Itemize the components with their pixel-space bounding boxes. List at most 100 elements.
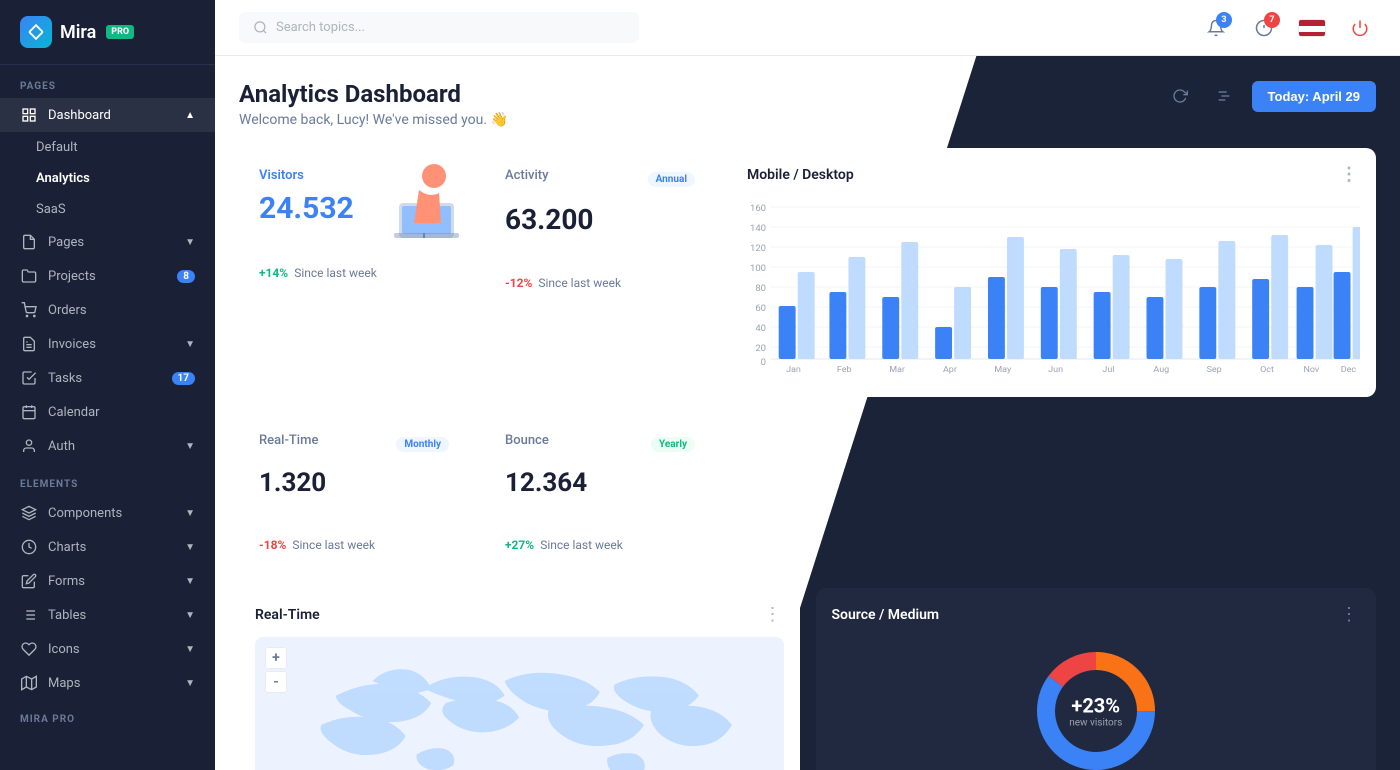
sidebar-item-invoices[interactable]: Invoices ▼	[0, 327, 215, 361]
sidebar-item-orders[interactable]: Orders	[0, 293, 215, 327]
calendar-icon	[20, 403, 38, 421]
search-placeholder: Search topics...	[276, 20, 365, 35]
flag-icon	[1298, 19, 1326, 37]
sidebar-item-pages-label: Pages	[48, 235, 84, 250]
projects-badge: 8	[177, 270, 195, 283]
sidebar-item-components[interactable]: Components ▼	[0, 496, 215, 530]
alerts-button[interactable]: 7	[1248, 12, 1280, 44]
file-icon	[20, 233, 38, 251]
grid-icon	[20, 106, 38, 124]
sidebar-item-tasks[interactable]: Tasks 17	[0, 361, 215, 395]
filter-button[interactable]	[1208, 80, 1240, 112]
svg-text:Apr: Apr	[943, 365, 957, 375]
svg-text:80: 80	[755, 283, 766, 294]
title-actions: Today: April 29	[1164, 80, 1376, 112]
edit-icon	[20, 572, 38, 590]
visitors-change: +14% Since last week	[259, 266, 449, 280]
sidebar-item-pages[interactable]: Pages ▼	[0, 225, 215, 259]
svg-text:Mar: Mar	[889, 365, 905, 375]
activity-change: -12% Since last week	[505, 276, 695, 290]
sidebar-item-forms-label: Forms	[48, 574, 85, 589]
bounce-label: Bounce	[505, 433, 549, 448]
page-subtitle: Welcome back, Lucy! We've missed you. 👋	[239, 112, 508, 128]
sidebar-item-dashboard-label: Dashboard	[48, 108, 111, 123]
sidebar-item-tasks-label: Tasks	[48, 371, 82, 386]
table-icon	[20, 606, 38, 624]
activity-value: 63.200	[505, 203, 695, 236]
mira-pro-section-label: MIRA PRO	[0, 700, 215, 731]
visitors-change-label: Since last week	[294, 266, 377, 280]
map-menu-button[interactable]: ⋮	[764, 604, 784, 625]
logo-icon	[20, 16, 52, 48]
activity-card: Activity Annual 63.200 -12% Since last w…	[485, 148, 715, 397]
source-menu-button[interactable]: ⋮	[1340, 604, 1360, 625]
sidebar-item-auth-label: Auth	[48, 439, 75, 454]
bounce-card: Bounce Yearly 12.364 +27% Since last wee…	[485, 413, 715, 572]
sidebar-item-calendar[interactable]: Calendar	[0, 395, 215, 429]
tasks-badge: 17	[172, 372, 195, 385]
donut-pct: +23%	[1069, 694, 1122, 718]
chart-menu-button[interactable]: ⋮	[1340, 164, 1360, 185]
sidebar-item-components-label: Components	[48, 506, 122, 521]
bar-chart-icon	[20, 538, 38, 556]
sidebar-item-charts-label: Charts	[48, 540, 86, 555]
file-text-icon	[20, 335, 38, 353]
activity-badge: Annual	[648, 172, 695, 187]
chevron-down-icon-8: ▼	[185, 644, 195, 655]
map-zoom-in-button[interactable]: +	[265, 647, 287, 669]
realtime-change: -18% Since last week	[259, 538, 449, 552]
bounce-change: +27% Since last week	[505, 538, 695, 552]
layers-icon	[20, 504, 38, 522]
activity-label: Activity	[505, 168, 549, 183]
today-button[interactable]: Today: April 29	[1252, 81, 1376, 112]
sidebar-item-dashboard[interactable]: Dashboard ▲	[0, 98, 215, 132]
svg-text:Sep: Sep	[1207, 365, 1222, 375]
svg-text:60: 60	[755, 303, 766, 314]
sidebar-item-tables[interactable]: Tables ▼	[0, 598, 215, 632]
refresh-button[interactable]	[1164, 80, 1196, 112]
user-icon	[20, 437, 38, 455]
donut-center: +23% new visitors	[1069, 694, 1122, 729]
search-box[interactable]: Search topics...	[239, 12, 639, 43]
map-zoom-out-button[interactable]: -	[265, 671, 287, 693]
chevron-down-icon-7: ▼	[185, 610, 195, 621]
sidebar-item-default[interactable]: Default	[0, 132, 215, 163]
chevron-down-icon-5: ▼	[185, 542, 195, 553]
map-icon	[20, 674, 38, 692]
sidebar-item-saas[interactable]: SaaS	[0, 194, 215, 225]
notifications-badge: 3	[1216, 12, 1232, 28]
svg-text:Feb: Feb	[837, 365, 852, 375]
check-square-icon	[20, 369, 38, 387]
sidebar-item-default-label: Default	[36, 140, 78, 155]
title-block: Analytics Dashboard Welcome back, Lucy! …	[239, 80, 508, 128]
visitors-illustration	[369, 148, 469, 248]
bounce-value: 12.364	[505, 468, 695, 498]
svg-text:40: 40	[755, 323, 766, 334]
header-icons: 3 7	[1200, 12, 1376, 44]
page-title-bar: Analytics Dashboard Welcome back, Lucy! …	[239, 80, 1376, 128]
power-button[interactable]	[1344, 12, 1376, 44]
pages-section-label: PAGES	[0, 65, 215, 98]
sidebar-item-projects[interactable]: Projects 8	[0, 259, 215, 293]
sidebar-item-auth[interactable]: Auth ▼	[0, 429, 215, 463]
chart-spacer	[731, 413, 1376, 572]
sidebar-item-icons[interactable]: Icons ▼	[0, 632, 215, 666]
sidebar-item-analytics[interactable]: Analytics	[0, 163, 215, 194]
svg-text:120: 120	[750, 243, 766, 254]
sidebar-item-forms[interactable]: Forms ▼	[0, 564, 215, 598]
donut-label: new visitors	[1069, 718, 1122, 729]
visitors-card: Visitors 24.532 +14% Since last week	[239, 148, 469, 397]
donut-chart-container: +23% new visitors	[832, 641, 1361, 770]
activity-change-pct: -12%	[505, 276, 532, 290]
chart-title: Mobile / Desktop ⋮	[747, 164, 1360, 185]
sidebar-item-saas-label: SaaS	[36, 202, 66, 217]
language-selector[interactable]	[1296, 12, 1328, 44]
chevron-down-icon-3: ▼	[185, 441, 195, 452]
pro-badge: PRO	[106, 25, 134, 39]
sidebar-item-calendar-label: Calendar	[48, 405, 100, 420]
sidebar-item-charts[interactable]: Charts ▼	[0, 530, 215, 564]
notifications-button[interactable]: 3	[1200, 12, 1232, 44]
search-icon	[253, 20, 268, 35]
sidebar-item-maps[interactable]: Maps ▼	[0, 666, 215, 700]
world-map-svg	[255, 637, 784, 770]
